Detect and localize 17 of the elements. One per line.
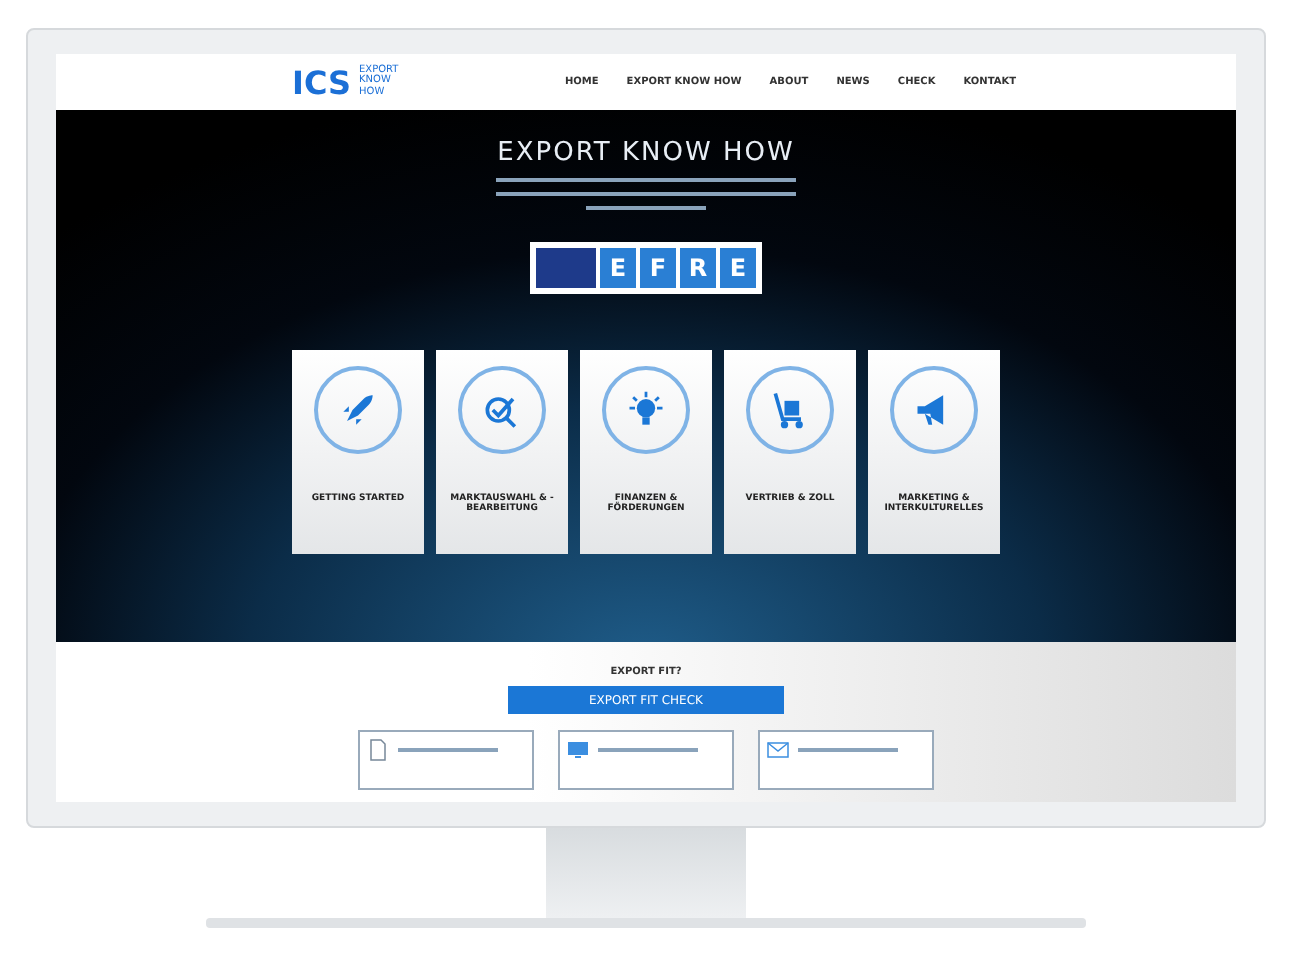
blurred-text-line bbox=[398, 748, 498, 752]
screen-icon bbox=[566, 738, 590, 762]
blurred-text-line bbox=[586, 206, 706, 210]
info-box[interactable] bbox=[558, 730, 734, 790]
mail-icon bbox=[766, 738, 790, 762]
logo-mark[interactable]: ICS bbox=[292, 63, 352, 101]
badge-letter: E bbox=[600, 248, 636, 288]
info-box[interactable] bbox=[358, 730, 534, 790]
doc-icon bbox=[366, 738, 390, 762]
hero-title: EXPORT KNOW HOW bbox=[497, 138, 795, 168]
blurred-text-line bbox=[798, 748, 898, 752]
blurred-text-line bbox=[598, 748, 698, 752]
badge-letter: R bbox=[680, 248, 716, 288]
info-box[interactable] bbox=[758, 730, 934, 790]
badge-letter: F bbox=[640, 248, 676, 288]
flag-drawing bbox=[536, 248, 596, 288]
badge-letter: E bbox=[720, 248, 756, 288]
